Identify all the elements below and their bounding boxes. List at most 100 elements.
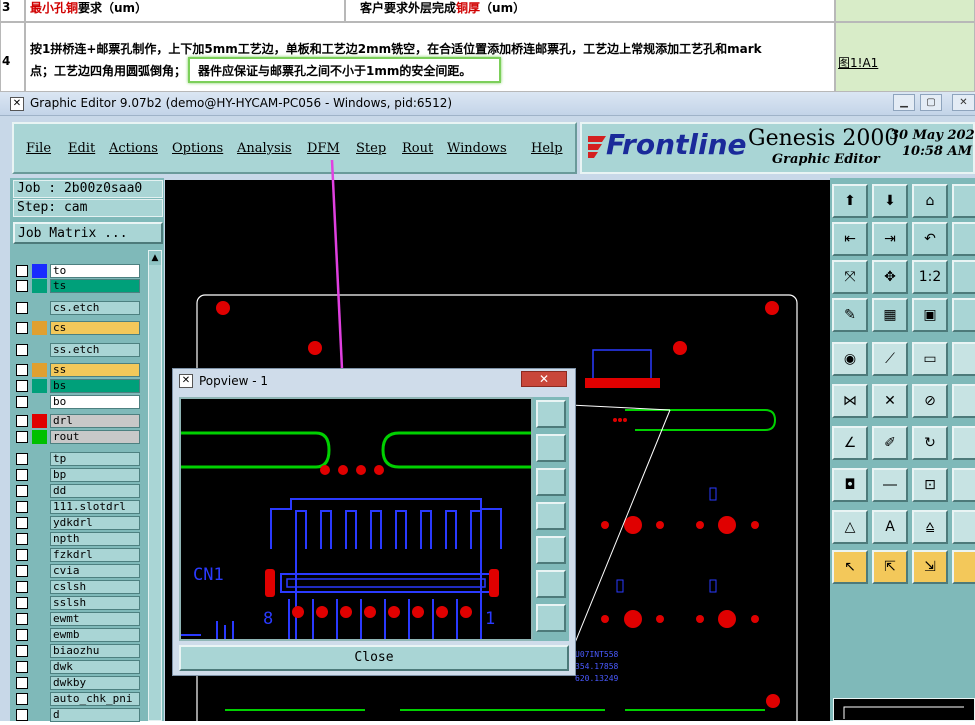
layer-checkbox[interactable] bbox=[16, 322, 28, 334]
job-matrix-button[interactable]: Job Matrix ... bbox=[13, 222, 163, 244]
zoom-out-icon[interactable] bbox=[536, 604, 566, 632]
menu-rout[interactable]: Rout bbox=[402, 141, 433, 156]
extra-icon-10[interactable] bbox=[952, 550, 975, 584]
layer-name[interactable]: to bbox=[50, 264, 140, 278]
close-window-icon[interactable]: ✕ bbox=[952, 94, 975, 111]
layer-name[interactable]: bp bbox=[50, 468, 140, 482]
grid-icon[interactable]: ▦ bbox=[872, 298, 908, 332]
layer-name[interactable]: cslsh bbox=[50, 580, 140, 594]
extra-icon-1[interactable] bbox=[952, 184, 975, 218]
cross-icon[interactable]: ✕ bbox=[872, 384, 908, 418]
scroll-up-icon[interactable]: ▲ bbox=[149, 251, 161, 265]
layer-name[interactable]: drl bbox=[50, 414, 140, 428]
move-left-icon[interactable]: ⇤ bbox=[832, 222, 868, 256]
layer-row-drl[interactable]: drl bbox=[16, 414, 142, 428]
extra-icon-7[interactable] bbox=[952, 426, 975, 460]
pad-icon[interactable]: ◉ bbox=[832, 342, 868, 376]
layer-checkbox[interactable] bbox=[16, 661, 28, 673]
sheet-link[interactable]: 图1!A1 bbox=[838, 54, 878, 71]
layer-checkbox[interactable] bbox=[16, 453, 28, 465]
layer-checkbox[interactable] bbox=[16, 677, 28, 689]
layer-row-cslsh[interactable]: cslsh bbox=[16, 580, 142, 594]
layer-row-ewmt[interactable]: ewmt bbox=[16, 612, 142, 626]
layer-name[interactable]: npth bbox=[50, 532, 140, 546]
undo-step-icon[interactable]: ↶ bbox=[912, 222, 948, 256]
extra-icon-8[interactable] bbox=[952, 468, 975, 502]
extra-icon-2[interactable] bbox=[952, 222, 975, 256]
line-cut-icon[interactable]: ― bbox=[872, 468, 908, 502]
layer-checkbox[interactable] bbox=[16, 485, 28, 497]
pan-right-icon[interactable] bbox=[536, 536, 566, 564]
layer-row-dd[interactable]: dd bbox=[16, 484, 142, 498]
minimize-icon[interactable]: ▁ bbox=[893, 94, 915, 111]
layer-row-ewmb[interactable]: ewmb bbox=[16, 628, 142, 642]
layer-checkbox[interactable] bbox=[16, 549, 28, 561]
layer-row-111-slotdrl[interactable]: 111.slotdrl bbox=[16, 500, 142, 514]
layer-checkbox[interactable] bbox=[16, 380, 28, 392]
layer-name[interactable]: ss bbox=[50, 363, 140, 377]
layer-row-bp[interactable]: bp bbox=[16, 468, 142, 482]
home-icon[interactable]: ⌂ bbox=[912, 184, 948, 218]
layer-checkbox[interactable] bbox=[16, 469, 28, 481]
layer-name[interactable]: cs bbox=[50, 321, 140, 335]
layer-checkbox[interactable] bbox=[16, 364, 28, 376]
zoom-fit-icon[interactable]: ⤧ bbox=[832, 260, 868, 294]
menu-file[interactable]: File bbox=[26, 141, 51, 156]
window-titlebar[interactable]: ✕ Graphic Editor 9.07b2 (demo@HY-HYCAM-P… bbox=[0, 92, 975, 116]
extra-icon-4[interactable] bbox=[952, 298, 975, 332]
pad-blue-icon[interactable]: ◘ bbox=[832, 468, 868, 502]
extra-icon-5[interactable] bbox=[952, 342, 975, 376]
menu-step[interactable]: Step bbox=[356, 141, 386, 156]
pan-down-icon[interactable] bbox=[536, 468, 566, 496]
angle-icon[interactable]: ∠ bbox=[832, 426, 868, 460]
layer-name[interactable]: biaozhu bbox=[50, 644, 140, 658]
layer-row-npth[interactable]: npth bbox=[16, 532, 142, 546]
layer-row-cvia[interactable]: cvia bbox=[16, 564, 142, 578]
layer-row-d[interactable]: d bbox=[16, 708, 142, 722]
layer-row-bs[interactable]: bs bbox=[16, 379, 142, 393]
menu-help[interactable]: Help bbox=[531, 141, 563, 156]
zoom-center-icon[interactable]: ✥ bbox=[872, 260, 908, 294]
move-down-icon[interactable]: ⬇ bbox=[872, 184, 908, 218]
layer-scrollbar[interactable]: ▲ bbox=[148, 250, 162, 721]
extra-icon-3[interactable] bbox=[952, 260, 975, 294]
layer-name[interactable]: dwkby bbox=[50, 676, 140, 690]
layer-checkbox[interactable] bbox=[16, 344, 28, 356]
menu-analysis[interactable]: Analysis bbox=[237, 141, 292, 156]
layer-row-ts[interactable]: ts bbox=[16, 279, 142, 293]
layer-name[interactable]: 111.slotdrl bbox=[50, 500, 140, 514]
layer-checkbox[interactable] bbox=[16, 265, 28, 277]
popview-close-button[interactable]: Close bbox=[179, 645, 569, 671]
pan-up-icon[interactable] bbox=[536, 434, 566, 462]
triangle-icon[interactable]: △ bbox=[832, 510, 868, 544]
layer-checkbox[interactable] bbox=[16, 581, 28, 593]
draw-icon[interactable]: ✐ bbox=[872, 426, 908, 460]
layer-name[interactable]: bo bbox=[50, 395, 140, 409]
layer-name[interactable]: ydkdrl bbox=[50, 516, 140, 530]
zoom-in-icon[interactable] bbox=[536, 570, 566, 598]
layer-name[interactable]: ewmb bbox=[50, 628, 140, 642]
layer-row-dwk[interactable]: dwk bbox=[16, 660, 142, 674]
menu-actions[interactable]: Actions bbox=[109, 141, 158, 156]
layer-row-ss[interactable]: ss bbox=[16, 363, 142, 377]
layer-row-cs[interactable]: cs bbox=[16, 321, 142, 335]
layer-checkbox[interactable] bbox=[16, 629, 28, 641]
extra-icon-6[interactable] bbox=[952, 384, 975, 418]
layer-checkbox[interactable] bbox=[16, 597, 28, 609]
layer-row-dwkby[interactable]: dwkby bbox=[16, 676, 142, 690]
layer-row-sslsh[interactable]: sslsh bbox=[16, 596, 142, 610]
popview-close-icon[interactable]: ✕ bbox=[521, 371, 567, 387]
layer-name[interactable]: bs bbox=[50, 379, 140, 393]
layer-name[interactable]: ss.etch bbox=[50, 343, 140, 357]
layer-name[interactable]: tp bbox=[50, 452, 140, 466]
layer-checkbox[interactable] bbox=[16, 302, 28, 314]
layer-row-tp[interactable]: tp bbox=[16, 452, 142, 466]
layer-checkbox[interactable] bbox=[16, 709, 28, 721]
layer-name[interactable]: ts bbox=[50, 279, 140, 293]
popview-drawing[interactable] bbox=[181, 399, 531, 639]
layer-name[interactable]: cvia bbox=[50, 564, 140, 578]
overview-box[interactable] bbox=[833, 698, 975, 721]
maximize-icon[interactable]: ▢ bbox=[920, 94, 942, 111]
menu-options[interactable]: Options bbox=[172, 141, 223, 156]
layer-row-cs-etch[interactable]: cs.etch bbox=[16, 301, 142, 315]
